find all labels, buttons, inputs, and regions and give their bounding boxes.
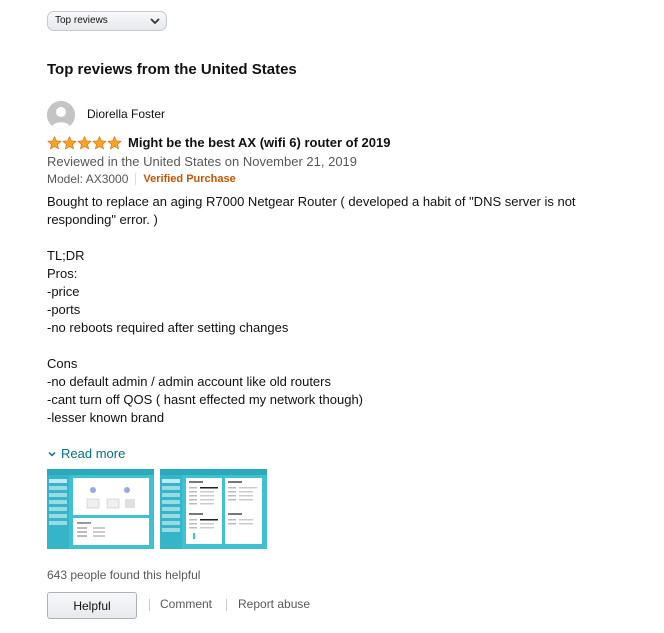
router-admin-screenshot-icon [160,469,267,549]
section-title: Top reviews from the United States [47,61,297,78]
review-image-thumbnail[interactable] [160,469,267,549]
chevron-down-icon [150,18,160,25]
helpful-button[interactable]: Helpful [47,592,137,619]
pros-item: -ports [47,302,81,317]
chevron-down-icon [48,451,56,457]
star-icon [107,136,122,150]
cons-item: -no default admin / admin account like o… [47,374,331,389]
star-icon [62,136,77,150]
pros-header: Pros: [47,266,78,281]
report-abuse-link[interactable]: Report abuse [238,597,310,611]
read-more-link[interactable]: Read more [47,446,125,461]
review-tldr: TL;DR [47,248,85,263]
star-icon [77,136,92,150]
star-rating[interactable] [47,136,122,150]
cons-item: -cant turn off QOS ( hasnt effected my n… [47,392,364,407]
user-avatar-icon [47,101,75,129]
review-intro: Bought to replace an aging R7000 Netgear… [47,194,576,227]
cons-header: Cons [47,356,78,371]
product-model[interactable]: Model: AX3000 [47,172,128,186]
sort-selected-label: Top reviews [55,15,108,26]
read-more-label: Read more [61,446,126,461]
verified-purchase-badge: Verified Purchase [143,173,236,185]
star-icon [92,136,107,150]
review-body: Bought to replace an aging R7000 Netgear… [47,193,647,427]
meta-divider [135,173,137,185]
sort-dropdown[interactable]: Top reviews [47,11,167,31]
comment-link[interactable]: Comment [160,597,212,611]
star-icon [47,136,62,150]
cons-item: -lesser known brand [47,410,165,425]
review-title[interactable]: Might be the best AX (wifi 6) router of … [128,135,390,150]
review-image-thumbnail[interactable] [47,469,154,549]
action-divider [149,599,150,611]
review-date: Reviewed in the United States on Novembe… [47,154,358,169]
pros-item: -price [47,284,80,299]
action-divider [226,599,227,611]
helpful-count: 643 people found this helpful [47,568,201,582]
review-meta: Model: AX3000 Verified Purchase [47,172,236,186]
pros-item: -no reboots required after setting chang… [47,320,289,335]
reviewer-name[interactable]: Diorella Foster [87,107,165,121]
router-admin-screenshot-icon [47,469,154,549]
